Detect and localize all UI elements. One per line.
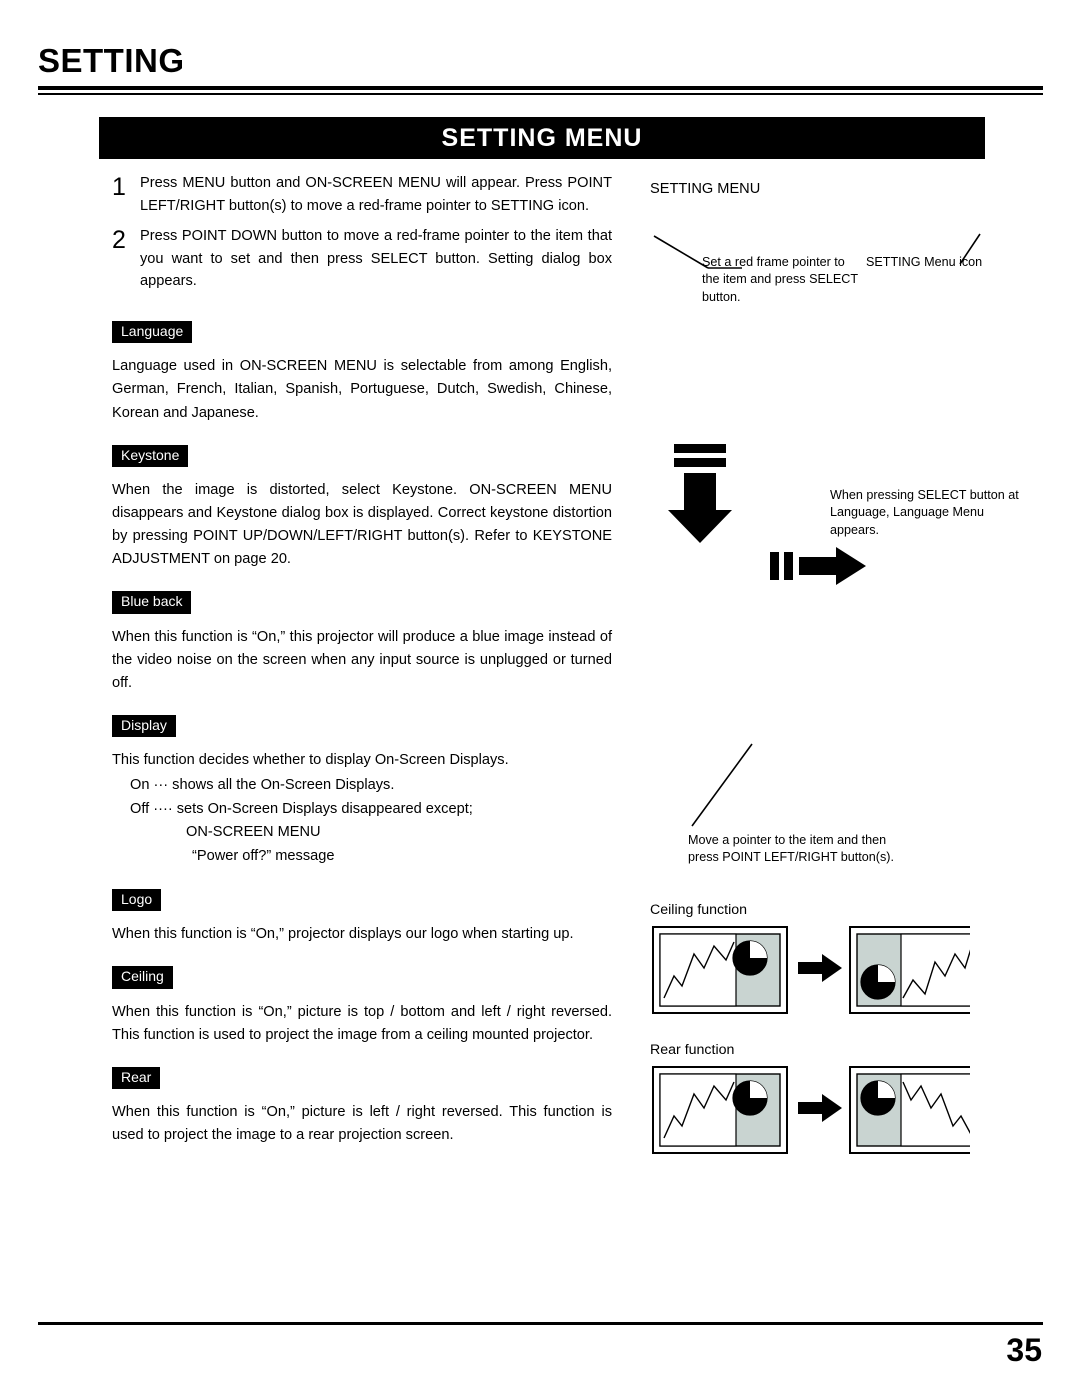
display-option-off: Off ···· sets On-Screen Displays disappe…	[130, 800, 473, 817]
step-1-text: Press MENU button and ON-SCREEN MENU wil…	[140, 175, 612, 214]
callout-red-frame-pointer: Set a red frame pointer to the item and …	[702, 255, 858, 304]
section-body-rear: When this function is “On,” picture is l…	[112, 1104, 612, 1144]
step-1: 1 Press MENU button and ON-SCREEN MENU w…	[112, 172, 612, 217]
section-label-keystone: Keystone	[112, 444, 189, 467]
section-label-logo: Logo	[112, 888, 162, 912]
section-label-display: Display	[112, 714, 176, 738]
page-number: 35	[1006, 1332, 1042, 1368]
left-content-column: 1 Press MENU button and ON-SCREEN MENU w…	[112, 172, 612, 1147]
down-arrow-icon	[668, 444, 732, 543]
right-arrow-icon	[770, 547, 866, 585]
ceiling-function-diagram	[652, 926, 970, 1014]
step-2: 2 Press POINT DOWN button to move a red-…	[112, 225, 612, 293]
header-rule-thick	[38, 86, 1043, 90]
section-body-display: This function decides whether to display…	[112, 752, 509, 769]
section-label-rear: Rear	[112, 1066, 161, 1089]
banner-title: SETTING MENU	[441, 123, 643, 152]
display-options-list: On ··· shows all the On-Screen Displays.…	[130, 774, 612, 869]
header-rule-thin	[38, 93, 1043, 95]
rear-function-diagram	[652, 1066, 970, 1154]
display-option-off-item-2: “Power off?” message	[192, 848, 335, 865]
section-body-logo: When this function is “On,” projector di…	[112, 926, 574, 943]
section-body-blue-back: When this function is “On,” this project…	[112, 628, 612, 691]
section-label-language: Language	[112, 321, 193, 344]
callout-select-button: When pressing SELECT button at Language,…	[830, 488, 1019, 537]
section-label-ceiling: Ceiling	[112, 966, 173, 989]
section-banner: SETTING MENU	[99, 117, 985, 159]
caption-rear-function: Rear function	[650, 1042, 735, 1058]
page-title: SETTING	[38, 42, 185, 79]
page-header: SETTING	[38, 44, 1043, 95]
setting-menu-caption: SETTING MENU	[650, 181, 761, 197]
step-2-number: 2	[112, 226, 126, 255]
step-2-text: Press POINT DOWN button to move a red-fr…	[140, 228, 612, 290]
callout-leader-line-pointer	[691, 743, 753, 827]
callout-move-pointer: Move a pointer to the item and then pres…	[688, 833, 894, 865]
section-body-language: Language used in ON-SCREEN MENU is selec…	[112, 358, 612, 421]
section-body-ceiling: When this function is “On,” picture is t…	[112, 1003, 612, 1043]
section-body-keystone: When the image is distorted, select Keys…	[112, 481, 612, 568]
caption-ceiling-function: Ceiling function	[650, 902, 748, 918]
footer-rule	[38, 1322, 1043, 1325]
display-option-on: On ··· shows all the On-Screen Displays.	[130, 777, 395, 794]
section-label-blue-back: Blue back	[112, 591, 192, 614]
step-1-number: 1	[112, 173, 126, 201]
display-option-off-item-1: ON-SCREEN MENU	[186, 824, 321, 841]
callout-setting-menu-icon: SETTING Menu icon	[866, 255, 983, 269]
